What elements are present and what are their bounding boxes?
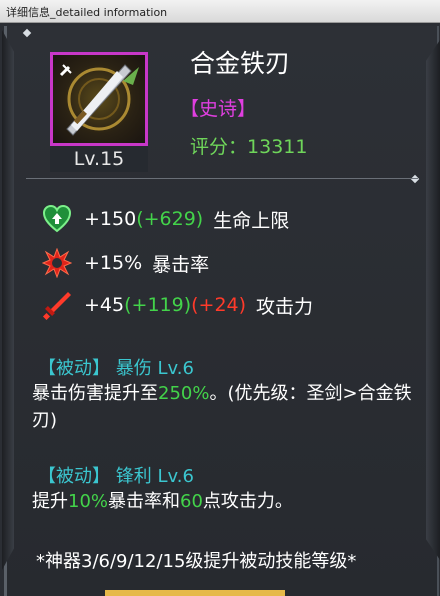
score: 评分：13311 [190, 132, 307, 159]
alloy-blade-icon [50, 52, 148, 146]
heart-up-icon [40, 202, 74, 236]
window-title: 详细信息_detailed information [6, 6, 168, 19]
skill-title-sharp: 【被动】 锋利 Lv.6 [38, 462, 194, 488]
skill-tag: 【被动】 [38, 358, 110, 379]
crit-burst-icon [40, 246, 74, 280]
skill-desc-value: 60 [180, 491, 203, 512]
sword-icon [40, 288, 74, 322]
stat-base: +45 [84, 294, 125, 316]
skill-desc-value: 250% [158, 383, 210, 404]
skill-tag: 【被动】 [38, 466, 110, 487]
stat-base: +15% [84, 252, 143, 274]
window-titlebar: 详细信息_detailed information [0, 0, 440, 23]
bottom-button-edge[interactable] [105, 590, 285, 596]
stat-base: +150 [84, 208, 137, 230]
skill-desc-text: 点攻击力。 [202, 491, 293, 512]
stat-row-hp: +150 (+629) 生命上限 [40, 202, 289, 236]
stat-row-attack: +45 (+119) (+24) 攻击力 [40, 288, 313, 322]
rarity-label: 【史诗】 [180, 98, 257, 120]
panel-left-edge [2, 30, 14, 570]
stat-bonus: (+629) [136, 208, 204, 230]
item-level: Lv.15 [50, 146, 148, 172]
skill-desc-text: 提升 [32, 491, 68, 512]
skill-title-crit-damage: 【被动】 暴伤 Lv.6 [38, 354, 194, 380]
blade-graphic [59, 64, 139, 136]
skill-desc-value: 10% [68, 491, 109, 512]
item-name: 合金铁刃 [190, 49, 291, 78]
skill-desc-sharp: 提升10%暴击率和60点攻击力。 [32, 488, 412, 515]
stat-label: 暴击率 [152, 253, 210, 276]
stat-label: 生命上限 [213, 209, 290, 232]
skill-desc-text: 暴击伤害提升至 [32, 383, 158, 404]
divider [26, 178, 418, 179]
stat-row-crit: +15% 暴击率 [40, 246, 209, 280]
stat-label: 攻击力 [256, 295, 314, 318]
stat-extra: (+24) [191, 294, 247, 316]
skill-name: 暴伤 Lv.6 [115, 358, 194, 379]
skill-desc-crit-damage: 暴击伤害提升至250%。(优先级：圣剑>合金铁刃) [32, 380, 412, 434]
stat-bonus: (+119) [124, 294, 192, 316]
panel-right-edge [426, 40, 440, 560]
footnote: *神器3/6/9/12/15级提升被动技能等级* [36, 551, 357, 572]
skill-desc-text: 暴击率和 [108, 491, 181, 512]
score-value: 13311 [247, 136, 308, 158]
score-label: 评分： [190, 136, 248, 158]
skill-name: 锋利 Lv.6 [115, 466, 194, 487]
